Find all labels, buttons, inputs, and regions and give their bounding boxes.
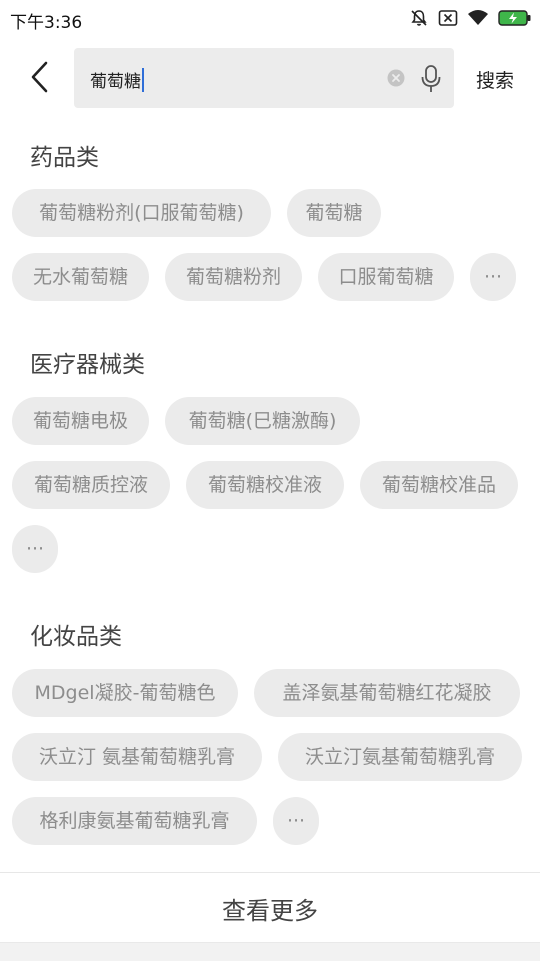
chip-device-1[interactable]: 葡萄糖电极	[12, 397, 149, 445]
chip-drug-5[interactable]: 口服葡萄糖	[318, 253, 454, 301]
sim-x-icon	[438, 9, 458, 27]
search-input[interactable]: 葡萄糖	[90, 67, 144, 92]
search-header: 葡萄糖 搜索	[0, 46, 540, 110]
chip-cosmetic-1[interactable]: MDgel凝胶-葡萄糖色	[12, 669, 238, 717]
chip-device-2[interactable]: 葡萄糖(巳糖激酶)	[165, 397, 360, 445]
search-input-value: 葡萄糖	[90, 72, 141, 92]
chip-drug-2[interactable]: 葡萄糖	[287, 189, 381, 237]
bottom-strip	[0, 942, 540, 961]
microphone-icon[interactable]	[420, 64, 442, 94]
search-button[interactable]: 搜索	[476, 66, 514, 93]
chip-cosmetic-more[interactable]: ···	[273, 797, 319, 845]
chip-drug-4[interactable]: 葡萄糖粉剂	[165, 253, 302, 301]
view-more-button[interactable]: 查看更多	[0, 872, 540, 943]
clear-icon[interactable]	[387, 69, 405, 87]
chip-device-5[interactable]: 葡萄糖校准品	[360, 461, 518, 509]
chip-device-more[interactable]: ···	[12, 525, 58, 573]
chip-cosmetic-2[interactable]: 盖泽氨基葡萄糖红花凝胶	[254, 669, 520, 717]
chip-device-3[interactable]: 葡萄糖质控液	[12, 461, 170, 509]
back-button[interactable]	[22, 58, 56, 96]
status-bar: 下午3:36	[0, 0, 540, 36]
section-title-devices: 医疗器械类	[30, 352, 145, 378]
battery-charging-icon	[498, 9, 532, 27]
view-more-label: 查看更多	[222, 896, 318, 925]
text-caret	[142, 67, 144, 92]
status-time: 下午3:36	[10, 13, 83, 33]
search-box[interactable]: 葡萄糖	[74, 48, 454, 108]
section-title-drugs: 药品类	[30, 145, 99, 171]
chip-drug-more[interactable]: ···	[470, 253, 516, 301]
chip-cosmetic-3[interactable]: 沃立汀 氨基葡萄糖乳膏	[12, 733, 262, 781]
chip-drug-3[interactable]: 无水葡萄糖	[12, 253, 149, 301]
status-icons	[409, 8, 532, 28]
chip-drug-1[interactable]: 葡萄糖粉剂(口服葡萄糖)	[12, 189, 271, 237]
section-title-cosmetics: 化妆品类	[30, 624, 122, 650]
wifi-icon	[467, 9, 489, 27]
back-chevron-icon	[31, 61, 48, 93]
mute-bell-icon	[409, 8, 429, 28]
chip-cosmetic-5[interactable]: 格利康氨基葡萄糖乳膏	[12, 797, 257, 845]
chip-device-4[interactable]: 葡萄糖校准液	[186, 461, 344, 509]
chip-cosmetic-4[interactable]: 沃立汀氨基葡萄糖乳膏	[278, 733, 522, 781]
